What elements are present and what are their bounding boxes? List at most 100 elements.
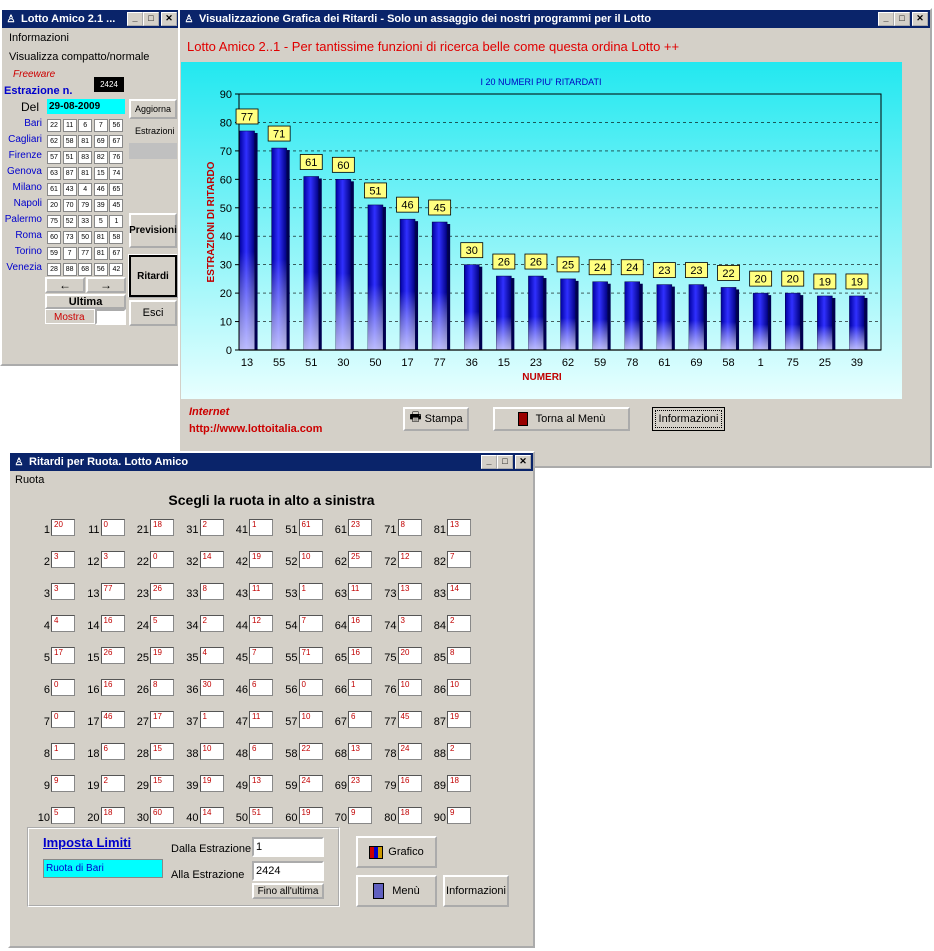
ritardo-field-4[interactable]: 4 (51, 615, 75, 632)
ritardo-field-67[interactable]: 6 (348, 711, 372, 728)
ritardo-field-63[interactable]: 11 (348, 583, 372, 600)
ritardo-field-90[interactable]: 9 (447, 807, 471, 824)
ritardo-field-57[interactable]: 10 (298, 711, 323, 728)
grafico-button[interactable]: Grafico (356, 836, 437, 868)
ritardo-field-24[interactable]: 5 (150, 615, 174, 632)
ritardo-field-76[interactable]: 10 (397, 679, 422, 696)
ritardo-field-65[interactable]: 16 (348, 647, 372, 664)
ritardo-field-46[interactable]: 6 (249, 679, 273, 696)
maximize-button[interactable]: □ (143, 12, 159, 26)
ritardo-field-71[interactable]: 8 (397, 519, 422, 536)
ritardo-field-74[interactable]: 3 (397, 615, 422, 632)
ruota-select[interactable]: Ruota di Bari (43, 859, 163, 878)
ritardo-field-45[interactable]: 7 (249, 647, 273, 664)
ritardo-field-47[interactable]: 11 (249, 711, 273, 728)
menu-ruota[interactable]: Ruota (15, 474, 44, 486)
ritardo-field-26[interactable]: 8 (150, 679, 174, 696)
ritardo-field-52[interactable]: 10 (298, 551, 323, 568)
ritardo-field-64[interactable]: 16 (348, 615, 372, 632)
next-arrow-button[interactable]: → (86, 277, 126, 293)
maximize-button[interactable]: □ (497, 455, 513, 469)
ritardo-field-49[interactable]: 13 (249, 775, 273, 792)
mostra-label[interactable]: Mostra (45, 309, 95, 324)
ritardo-field-81[interactable]: 13 (447, 519, 471, 536)
menu-visualizza[interactable]: Visualizza compatto/normale (9, 51, 149, 63)
ritardo-field-40[interactable]: 14 (199, 807, 224, 824)
ritardo-field-34[interactable]: 2 (199, 615, 224, 632)
ritardo-field-21[interactable]: 18 (150, 519, 174, 536)
ritardo-field-55[interactable]: 71 (298, 647, 323, 664)
maximize-button[interactable]: □ (894, 12, 910, 26)
website-link[interactable]: http://www.lottoitalia.com (189, 423, 322, 435)
ritardo-field-43[interactable]: 11 (249, 583, 273, 600)
ritardo-field-14[interactable]: 16 (100, 615, 125, 632)
menu-button[interactable]: Menù (356, 875, 437, 907)
ritardo-field-1[interactable]: 20 (51, 519, 75, 536)
ultima-button[interactable]: Ultima (45, 294, 126, 309)
ritardo-field-2[interactable]: 3 (51, 551, 75, 568)
ritardo-field-19[interactable]: 2 (100, 775, 125, 792)
ritardo-field-58[interactable]: 22 (298, 743, 323, 760)
ritardo-field-84[interactable]: 2 (447, 615, 471, 632)
ritardo-field-72[interactable]: 12 (397, 551, 422, 568)
previsioni-button[interactable]: Previsioni (129, 213, 177, 248)
ritardo-field-31[interactable]: 2 (199, 519, 224, 536)
minimize-button[interactable]: _ (878, 12, 894, 26)
ritardo-field-56[interactable]: 0 (298, 679, 323, 696)
ritardo-field-69[interactable]: 23 (348, 775, 372, 792)
ritardo-field-17[interactable]: 46 (100, 711, 125, 728)
ritardo-field-15[interactable]: 26 (100, 647, 125, 664)
fino-ultima-button[interactable]: Fino all'ultima (252, 883, 324, 899)
informazioni-button[interactable]: Informazioni (443, 875, 509, 907)
ritardo-field-10[interactable]: 5 (51, 807, 75, 824)
ritardo-field-88[interactable]: 2 (447, 743, 471, 760)
prev-arrow-button[interactable]: ← (45, 277, 85, 293)
ritardo-field-38[interactable]: 10 (199, 743, 224, 760)
ritardo-field-22[interactable]: 0 (150, 551, 174, 568)
ritardo-field-37[interactable]: 1 (199, 711, 224, 728)
ritardo-field-18[interactable]: 6 (100, 743, 125, 760)
ritardo-field-54[interactable]: 7 (298, 615, 323, 632)
ritardo-field-36[interactable]: 30 (199, 679, 224, 696)
ritardi-button[interactable]: Ritardi (128, 254, 178, 298)
ritardo-field-62[interactable]: 25 (348, 551, 372, 568)
ritardo-field-60[interactable]: 19 (298, 807, 323, 824)
menu-informazioni[interactable]: Informazioni (9, 32, 69, 44)
ritardo-field-5[interactable]: 17 (51, 647, 75, 664)
ritardo-field-9[interactable]: 9 (51, 775, 75, 792)
aggiorna-button[interactable]: Aggiorna (129, 99, 177, 119)
ritardo-field-68[interactable]: 13 (348, 743, 372, 760)
ritardo-field-6[interactable]: 0 (51, 679, 75, 696)
ritardo-field-44[interactable]: 12 (249, 615, 273, 632)
ritardo-field-16[interactable]: 16 (100, 679, 125, 696)
ritardo-field-39[interactable]: 19 (199, 775, 224, 792)
ritardo-field-78[interactable]: 24 (397, 743, 422, 760)
ritardo-field-12[interactable]: 3 (100, 551, 125, 568)
ritardo-field-35[interactable]: 4 (199, 647, 224, 664)
ritardo-field-25[interactable]: 19 (150, 647, 174, 664)
ritardo-field-77[interactable]: 45 (397, 711, 422, 728)
minimize-button[interactable]: _ (127, 12, 143, 26)
alla-input[interactable]: 2424 (252, 861, 324, 881)
ritardo-field-7[interactable]: 0 (51, 711, 75, 728)
ritardo-field-59[interactable]: 24 (298, 775, 323, 792)
ritardo-field-42[interactable]: 19 (249, 551, 273, 568)
ritardo-field-70[interactable]: 9 (348, 807, 372, 824)
ritardo-field-82[interactable]: 7 (447, 551, 471, 568)
ritardo-field-20[interactable]: 18 (100, 807, 125, 824)
ritardo-field-85[interactable]: 8 (447, 647, 471, 664)
ritardo-field-75[interactable]: 20 (397, 647, 422, 664)
ritardo-field-27[interactable]: 17 (150, 711, 174, 728)
ritardo-field-13[interactable]: 77 (100, 583, 125, 600)
ritardo-field-8[interactable]: 1 (51, 743, 75, 760)
ritardo-field-79[interactable]: 16 (397, 775, 422, 792)
ritardo-field-41[interactable]: 1 (249, 519, 273, 536)
ritardo-field-86[interactable]: 10 (447, 679, 471, 696)
mostra-input[interactable] (95, 309, 126, 325)
ritardo-field-73[interactable]: 13 (397, 583, 422, 600)
ritardo-field-32[interactable]: 14 (199, 551, 224, 568)
ritardo-field-23[interactable]: 26 (150, 583, 174, 600)
ritardo-field-33[interactable]: 8 (199, 583, 224, 600)
ritardo-field-87[interactable]: 19 (447, 711, 471, 728)
minimize-button[interactable]: _ (481, 455, 497, 469)
